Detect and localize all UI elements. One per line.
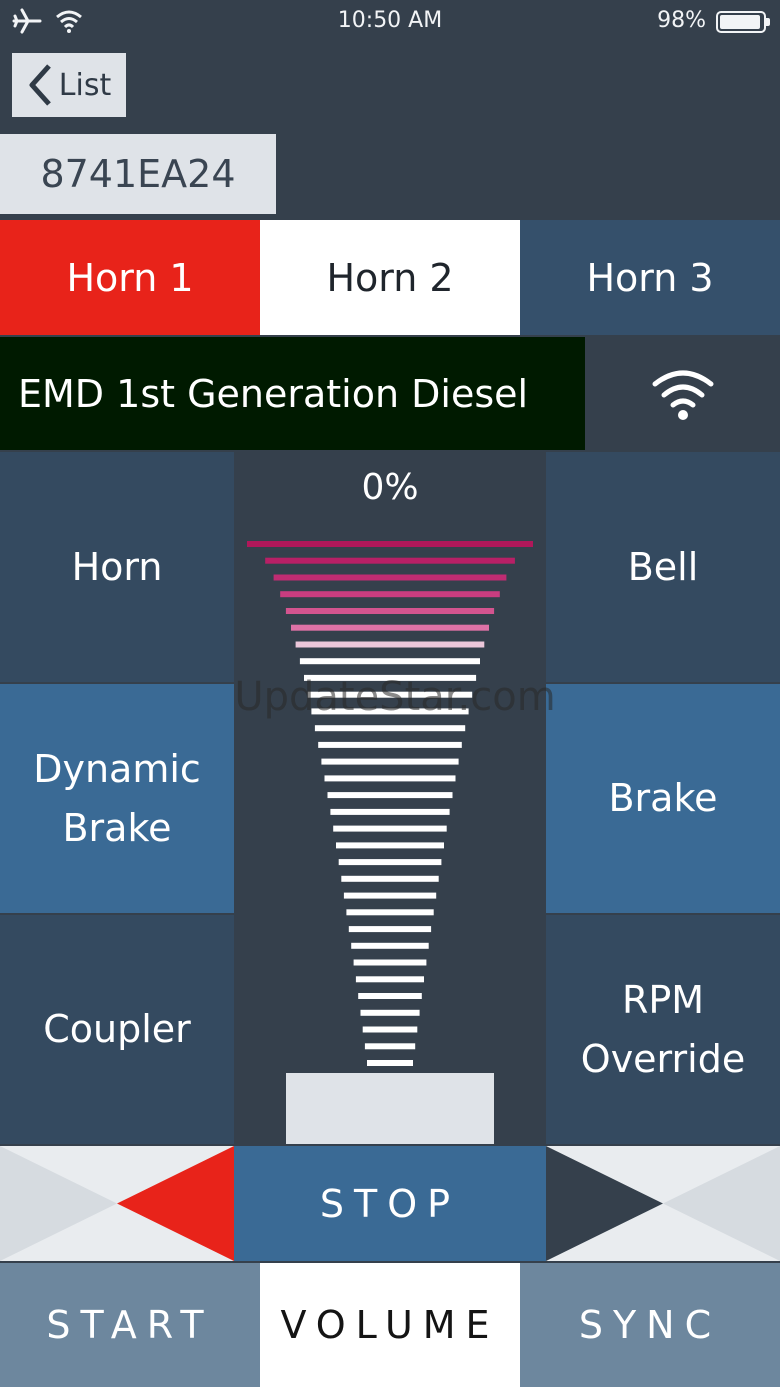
battery-percent: 98% [657,8,706,33]
rpm-override-label-line2: Override [580,1036,746,1081]
stop-button[interactable]: STOP [234,1146,546,1261]
chevron-left-icon [29,64,51,106]
throttle-bar [362,1026,418,1033]
throttle-bar [247,541,533,547]
throttle-bar [304,674,477,681]
throttle-bar [314,725,466,732]
throttle-bar [360,1009,420,1016]
throttle-bar [330,808,450,815]
throttle-bar [351,942,429,949]
locomotive-name[interactable]: EMD 1st Generation Diesel [0,337,585,450]
dynamic-brake-label-line2: Brake [62,805,172,850]
locomotive-name-label: EMD 1st Generation Diesel [18,371,529,416]
throttle-bar [280,591,500,598]
coupler-button-label: Coupler [43,1007,191,1052]
throttle-bar [318,741,462,748]
device-id-label: 8741EA24 [40,152,236,196]
tab-horn-2-label: Horn 2 [326,255,454,300]
tab-start-label: START [46,1303,214,1347]
brake-button[interactable]: Brake [546,684,780,913]
throttle-bar [341,875,439,882]
throttle-percent: 0% [234,462,546,512]
throttle-bar [307,691,473,698]
tab-horn-3-label: Horn 3 [586,255,714,300]
battery-icon [716,11,770,33]
wifi-signal-icon [652,370,713,420]
tab-sync[interactable]: SYNC [520,1263,780,1387]
right-arrow-icon [546,1146,780,1261]
throttle-bar [355,976,424,983]
tab-start[interactable]: START [0,1263,260,1387]
horn-button[interactable]: Horn [0,452,234,682]
throttle-bar [367,1060,413,1066]
throttle-bar [311,708,469,715]
rpm-override-label-line1: RPM [621,977,705,1022]
throttle-bar [321,758,459,765]
throttle-bar [327,792,453,799]
coupler-button[interactable]: Coupler [0,915,234,1144]
horn-button-label: Horn [71,544,163,589]
throttle-bar [333,825,447,832]
throttle-handle[interactable] [286,1073,494,1144]
status-bar: 10:50 AM 98% [0,0,780,44]
throttle-bar [343,892,437,899]
tab-sync-label: SYNC [578,1303,722,1347]
throttle-bar [265,557,515,564]
throttle-bar [346,909,434,916]
back-button[interactable]: List [12,53,126,117]
throttle-bar [358,993,422,999]
throttle-bar [364,1043,416,1050]
throttle-bar [285,608,495,614]
brake-button-label: Brake [608,776,718,821]
tab-volume-label: VOLUME [280,1303,500,1347]
tab-horn-1[interactable]: Horn 1 [0,220,260,335]
throttle-bar [338,859,442,866]
dynamic-brake-label-line1: Dynamic [33,746,201,791]
throttle-bar [299,658,480,665]
stop-button-label: STOP [319,1181,461,1226]
tab-volume[interactable]: VOLUME [260,1263,520,1387]
forward-button[interactable] [546,1146,780,1261]
throttle-bar [324,775,456,782]
tab-horn-1-label: Horn 1 [66,255,194,300]
bell-button-label: Bell [627,544,699,589]
dynamic-brake-button[interactable]: Dynamic Brake [0,684,234,913]
reverse-button[interactable] [0,1146,234,1261]
throttle-bar [353,959,427,966]
throttle-percent-label: 0% [361,466,419,508]
throttle-bar [336,842,444,849]
bell-button[interactable]: Bell [546,452,780,682]
tab-horn-3[interactable]: Horn 3 [520,220,780,335]
throttle-bar [295,641,485,648]
throttle-bar [273,574,507,581]
device-id-tab[interactable]: 8741EA24 [0,134,276,214]
tab-horn-2[interactable]: Horn 2 [260,220,520,335]
left-arrow-icon [0,1146,234,1261]
throttle-bar [291,624,489,631]
connection-button[interactable] [585,337,780,450]
throttle-bars [247,541,533,1066]
back-button-label: List [58,67,112,103]
throttle-bar [348,926,432,933]
rpm-override-button[interactable]: RPM Override [546,915,780,1144]
battery-fill [720,15,761,29]
